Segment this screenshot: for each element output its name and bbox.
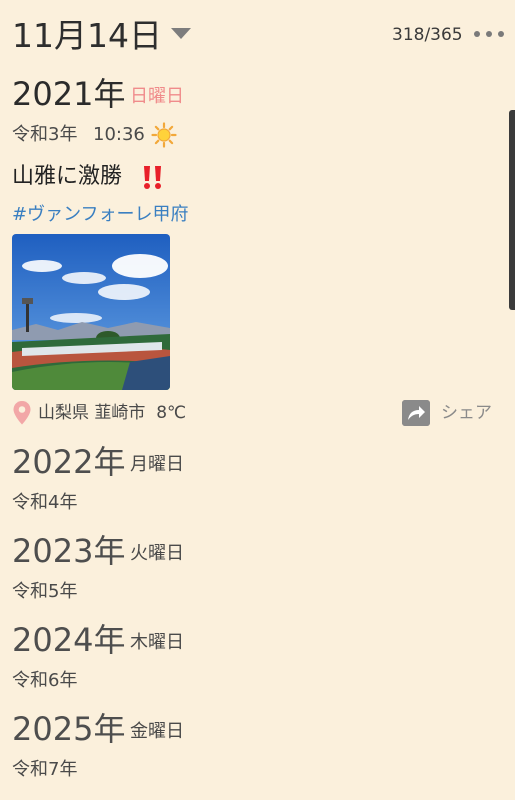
sun-icon <box>151 122 177 148</box>
more-options-icon[interactable] <box>474 22 504 46</box>
era-label: 令和3年 <box>12 124 78 145</box>
weekday-label: 金曜日 <box>130 721 184 742</box>
temperature: 8℃ <box>156 403 187 423</box>
share-icon <box>402 400 430 426</box>
location-name: 山梨県 韮崎市 <box>38 403 146 423</box>
era-label: 令和7年 <box>12 759 78 780</box>
location-pin-icon <box>13 401 31 425</box>
double-exclamation-icon <box>144 166 161 189</box>
hashtag-link[interactable]: #ヴァンフォーレ甲府 <box>12 203 189 227</box>
year-heading: 2023年 <box>12 532 126 570</box>
scroll-indicator[interactable] <box>509 110 515 310</box>
share-button[interactable]: シェア <box>402 398 502 428</box>
day-counter: 318/365 <box>392 25 463 45</box>
weekday-label: 月曜日 <box>130 454 184 475</box>
era-label: 令和5年 <box>12 581 78 602</box>
location-label: 山梨県 韮崎市 8℃ <box>38 402 186 424</box>
year-heading: 2021年 <box>12 75 126 113</box>
year-heading: 2025年 <box>12 710 126 748</box>
date-dropdown-icon[interactable] <box>171 28 191 39</box>
entry-time: 10:36 <box>93 124 145 145</box>
weekday-label: 日曜日 <box>130 86 184 107</box>
weekday-label: 木曜日 <box>130 632 184 653</box>
year-heading: 2024年 <box>12 621 126 659</box>
entry-title[interactable]: 山雅に激勝 <box>12 162 122 192</box>
stadium-photo[interactable] <box>12 234 170 390</box>
header-date[interactable]: 11月14日 <box>12 14 162 58</box>
year-heading: 2022年 <box>12 443 126 481</box>
era-label: 令和4年 <box>12 492 78 513</box>
era-label: 令和6年 <box>12 670 78 691</box>
weekday-label: 火曜日 <box>130 543 184 564</box>
share-label: シェア <box>441 403 492 423</box>
